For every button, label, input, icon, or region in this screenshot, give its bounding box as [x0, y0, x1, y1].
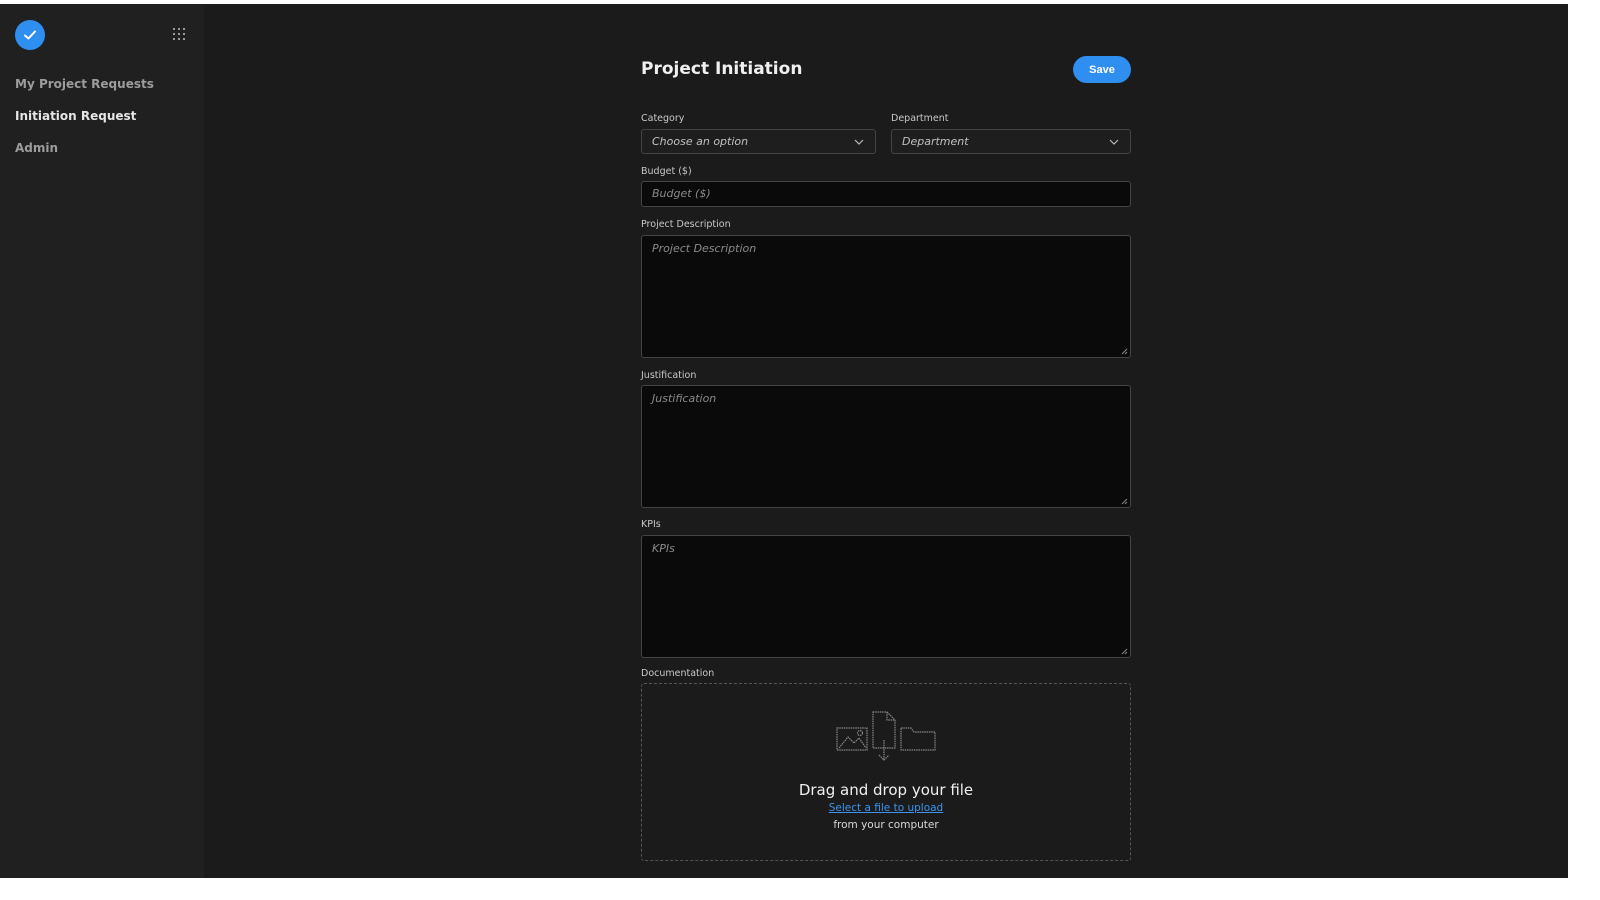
- budget-input[interactable]: Budget ($): [641, 181, 1131, 207]
- resize-handle-icon[interactable]: [1121, 348, 1128, 355]
- resize-handle-icon[interactable]: [1121, 498, 1128, 505]
- project-description-placeholder: Project Description: [652, 242, 757, 255]
- drop-subtext: from your computer: [833, 819, 939, 831]
- sidebar-item-my-project-requests[interactable]: My Project Requests: [15, 76, 154, 108]
- budget-placeholder: Budget ($): [652, 187, 711, 200]
- file-drop-zone[interactable]: Drag and drop your file Select a file to…: [641, 683, 1131, 861]
- justification-textarea[interactable]: Justification: [641, 385, 1131, 508]
- resize-handle-icon[interactable]: [1121, 648, 1128, 655]
- save-button[interactable]: Save: [1073, 56, 1131, 83]
- chevron-down-icon: [1106, 139, 1122, 145]
- justification-placeholder: Justification: [652, 392, 717, 405]
- department-select[interactable]: Department: [891, 129, 1131, 154]
- department-select-value: Department: [902, 135, 969, 148]
- category-select[interactable]: Choose an option: [641, 129, 876, 154]
- chevron-down-icon: [851, 139, 867, 145]
- kpis-placeholder: KPIs: [652, 542, 675, 555]
- check-icon: [24, 30, 36, 40]
- grid-dots-icon[interactable]: [173, 28, 187, 42]
- project-description-label: Project Description: [641, 219, 731, 230]
- project-description-textarea[interactable]: Project Description: [641, 235, 1131, 358]
- page-title: Project Initiation: [641, 59, 803, 79]
- sidebar-nav: My Project Requests Initiation Request A…: [15, 76, 154, 172]
- sidebar-item-initiation-request[interactable]: Initiation Request: [15, 108, 154, 140]
- kpis-label: KPIs: [641, 519, 661, 530]
- upload-files-icon: [836, 711, 936, 761]
- sidebar-item-admin[interactable]: Admin: [15, 140, 154, 172]
- drop-title: Drag and drop your file: [798, 781, 974, 799]
- category-select-value: Choose an option: [652, 135, 749, 148]
- app-logo[interactable]: [15, 20, 45, 50]
- sidebar: My Project Requests Initiation Request A…: [0, 4, 204, 878]
- category-label: Category: [641, 113, 685, 124]
- budget-label: Budget ($): [641, 166, 692, 177]
- justification-label: Justification: [641, 370, 697, 381]
- kpis-textarea[interactable]: KPIs: [641, 535, 1131, 658]
- department-label: Department: [891, 113, 949, 124]
- documentation-label: Documentation: [641, 668, 715, 679]
- main-content: Project Initiation Save Category Choose …: [204, 4, 1568, 878]
- select-file-link[interactable]: Select a file to upload: [642, 802, 1130, 814]
- app-window: My Project Requests Initiation Request A…: [0, 4, 1568, 878]
